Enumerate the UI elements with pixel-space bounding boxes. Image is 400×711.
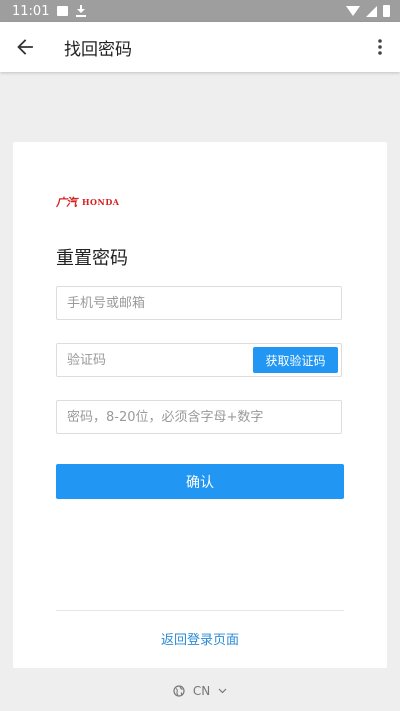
form-title: 重置密码 — [56, 248, 128, 269]
password-input[interactable] — [57, 401, 341, 433]
confirm-button[interactable]: 确认 — [56, 464, 344, 499]
globe-icon — [173, 685, 185, 697]
verification-code-field: 获取验证码 — [56, 343, 342, 377]
signal-icon — [366, 5, 377, 17]
region-label: CN — [192, 684, 211, 698]
status-time: 11:01 — [12, 3, 50, 19]
download-icon — [76, 5, 87, 17]
region-selector[interactable]: CN — [0, 684, 400, 698]
return-to-login-link[interactable]: 返回登录页面 — [13, 629, 387, 648]
chevron-down-icon — [218, 688, 227, 694]
back-button[interactable] — [0, 22, 50, 72]
verification-code-input[interactable] — [57, 344, 252, 376]
battery-icon — [383, 5, 390, 17]
divider — [56, 610, 344, 611]
password-field — [56, 400, 342, 434]
brand-logo: 广汽 HONDA — [56, 194, 119, 210]
page-title: 找回密码 — [64, 39, 132, 60]
get-code-button[interactable]: 获取验证码 — [253, 347, 338, 373]
more-vert-icon — [378, 39, 382, 55]
wifi-icon — [346, 6, 360, 16]
image-icon — [57, 6, 69, 16]
logo-text: HONDA — [82, 197, 120, 207]
phone-email-field — [56, 286, 342, 320]
status-bar: 11:01 — [0, 0, 400, 22]
phone-email-input[interactable] — [57, 287, 341, 319]
logo-mark: 广汽 — [56, 196, 77, 209]
arrow-left-icon — [17, 39, 33, 55]
app-bar: 找回密码 — [0, 22, 400, 72]
reset-password-card: 广汽 HONDA 重置密码 获取验证码 确认 返回登录页面 — [13, 142, 387, 668]
more-menu-button[interactable] — [366, 22, 394, 72]
